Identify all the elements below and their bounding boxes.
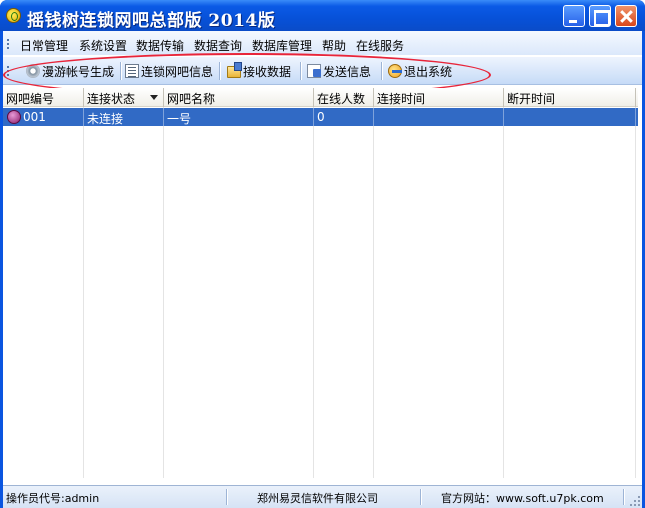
status-divider — [420, 489, 421, 505]
close-button[interactable] — [615, 5, 637, 27]
status-company: 郑州易灵信软件有限公司 — [257, 492, 378, 505]
app-logo-icon — [6, 8, 21, 23]
cell-status: 未连接 — [84, 108, 164, 126]
menu-grip-icon[interactable] — [7, 39, 10, 51]
exit-icon — [388, 64, 402, 78]
cell-name: 一号 — [164, 108, 314, 126]
gear-icon — [26, 64, 40, 78]
status-website: 官方网站：www.soft.u7pk.com — [441, 492, 604, 505]
send-info-button[interactable]: 发送信息 — [307, 62, 371, 80]
column-divider — [313, 107, 314, 478]
cafe-status-icon — [7, 110, 21, 124]
sort-desc-icon — [150, 95, 158, 100]
toolbar-separator — [219, 62, 220, 80]
chain-cafe-info-button[interactable]: 连锁网吧信息 — [125, 62, 213, 80]
toolbar-grip-icon[interactable] — [7, 66, 10, 78]
window-title: 摇钱树连锁网吧总部版 2014版 — [27, 11, 276, 31]
column-divider — [373, 107, 374, 478]
exit-system-button[interactable]: 退出系统 — [388, 62, 452, 80]
column-divider — [635, 107, 636, 478]
menu-system-settings[interactable]: 系统设置 — [79, 37, 127, 54]
col-header-disconnect-time[interactable]: 断开时间 — [504, 88, 636, 107]
column-divider — [503, 107, 504, 478]
cafe-list-grid[interactable]: 网吧编号 连接状态 网吧名称 在线人数 连接时间 断开时间 001 未连接 一号… — [3, 88, 638, 508]
exit-system-label: 退出系统 — [404, 64, 453, 79]
minimize-button[interactable] — [563, 5, 585, 27]
menu-bar: 日常管理 系统设置 数据传输 数据查询 数据库管理 帮助 在线服务 — [3, 31, 642, 55]
table-row[interactable]: 001 未连接 一号 0 — [3, 108, 638, 126]
title-bar[interactable]: 摇钱树连锁网吧总部版 2014版 — [0, 0, 645, 31]
menu-daily-management[interactable]: 日常管理 — [20, 37, 68, 54]
roaming-account-label: 漫游帐号生成 — [42, 64, 115, 79]
status-divider — [623, 489, 624, 505]
col-header-name[interactable]: 网吧名称 — [164, 88, 314, 107]
cell-online: 0 — [314, 108, 374, 126]
grid-header: 网吧编号 连接状态 网吧名称 在线人数 连接时间 断开时间 — [3, 88, 638, 107]
col-header-status-label: 连接状态 — [87, 92, 136, 106]
col-header-connect-time[interactable]: 连接时间 — [374, 88, 504, 107]
toolbar-separator — [381, 62, 382, 80]
col-header-status[interactable]: 连接状态 — [84, 88, 164, 107]
status-bar: 操作员代号:admin 郑州易灵信软件有限公司 官方网站：www.soft.u7… — [3, 485, 642, 508]
resize-grip-icon[interactable] — [628, 494, 640, 506]
roaming-account-button[interactable]: 漫游帐号生成 — [26, 62, 114, 80]
send-icon — [307, 64, 321, 78]
column-divider — [163, 107, 164, 478]
folder-icon — [227, 62, 242, 78]
toolbar: 漫游帐号生成 连锁网吧信息 接收数据 发送信息 退出系统 — [3, 57, 642, 85]
client-area: 日常管理 系统设置 数据传输 数据查询 数据库管理 帮助 在线服务 漫游帐号生成… — [3, 31, 642, 508]
menu-data-query[interactable]: 数据查询 — [194, 37, 242, 54]
list-icon — [125, 64, 139, 78]
status-divider — [226, 489, 227, 505]
send-info-label: 发送信息 — [323, 64, 372, 79]
menu-online-service[interactable]: 在线服务 — [356, 37, 404, 54]
menu-help[interactable]: 帮助 — [322, 37, 346, 54]
column-divider — [83, 107, 84, 478]
menu-data-transfer[interactable]: 数据传输 — [136, 37, 184, 54]
col-header-online[interactable]: 在线人数 — [314, 88, 374, 107]
cell-disconnect-time — [504, 108, 636, 126]
toolbar-separator — [120, 62, 121, 80]
toolbar-separator — [300, 62, 301, 80]
receive-data-button[interactable]: 接收数据 — [227, 62, 291, 80]
col-header-id[interactable]: 网吧编号 — [3, 88, 84, 107]
receive-data-label: 接收数据 — [243, 64, 292, 79]
maximize-button[interactable] — [589, 5, 611, 27]
cell-id: 001 — [20, 108, 84, 126]
app-window: 摇钱树连锁网吧总部版 2014版 日常管理 系统设置 数据传输 数据查询 数据库… — [0, 0, 645, 508]
chain-cafe-info-label: 连锁网吧信息 — [141, 64, 214, 79]
menu-database-management[interactable]: 数据库管理 — [252, 37, 312, 54]
cell-connect-time — [374, 108, 504, 126]
status-operator: 操作员代号:admin — [6, 492, 100, 505]
